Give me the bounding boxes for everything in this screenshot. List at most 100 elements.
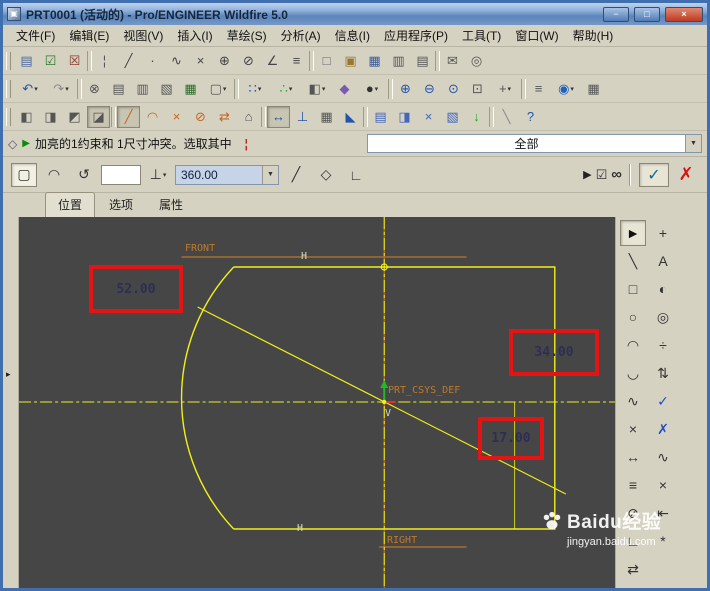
- divide-tool[interactable]: ÷: [650, 332, 676, 358]
- perpendicular-button[interactable]: ⊥: [145, 163, 171, 187]
- rectangle-tool[interactable]: □: [620, 276, 646, 302]
- sketch-accept-icon[interactable]: ☑: [39, 50, 62, 72]
- close-button[interactable]: ×: [665, 6, 703, 22]
- h-dimension-icon[interactable]: ↔: [267, 105, 290, 128]
- datum-filter-icon[interactable]: ∷: [240, 78, 270, 100]
- menu-help[interactable]: 帮助(H): [566, 25, 621, 46]
- line-tool[interactable]: ╲: [620, 248, 646, 274]
- datum-axis-display-icon[interactable]: ◨: [39, 106, 62, 128]
- shapes-icon[interactable]: ◆: [333, 78, 356, 100]
- circle-tool[interactable]: ○: [620, 304, 646, 330]
- graphics-area[interactable]: FRONT RIGHT PRT_CSYS_DEF H H V 52.00 34.…: [19, 217, 615, 588]
- axis-reference-box[interactable]: [101, 164, 141, 185]
- tab-placement[interactable]: 位置: [45, 192, 96, 217]
- sketch-line-icon[interactable]: ╱: [117, 105, 140, 128]
- angle-value[interactable]: 360.00: [176, 168, 262, 182]
- point-tool[interactable]: ×: [620, 416, 646, 442]
- zoom-fit-icon[interactable]: ⊙: [442, 78, 465, 100]
- layers-icon[interactable]: ≡: [527, 78, 550, 100]
- open-file-icon[interactable]: ▣: [339, 50, 362, 72]
- line-icon[interactable]: ╱: [117, 50, 140, 72]
- grid-icon[interactable]: ▦: [315, 106, 338, 128]
- datum-plane-display-icon[interactable]: ◧: [15, 106, 38, 128]
- sketch-arc[interactable]: [180, 266, 235, 530]
- fillet-tool[interactable]: ◡: [620, 360, 646, 386]
- selection-filter-combo[interactable]: 全部 ▼: [367, 134, 702, 153]
- axis-button[interactable]: ↺: [71, 163, 97, 187]
- select-tool[interactable]: ►: [620, 220, 646, 246]
- sketch-mirror-icon[interactable]: ⇄: [213, 106, 236, 128]
- perp-constraint-icon[interactable]: ⊥: [291, 106, 314, 128]
- cut-icon[interactable]: ⊗: [83, 78, 106, 100]
- preview-glasses-icon[interactable]: ∞: [611, 166, 622, 183]
- profile-button[interactable]: ◠: [41, 163, 67, 187]
- minimize-button[interactable]: −: [603, 6, 629, 22]
- repaint-icon[interactable]: ⊡: [466, 78, 489, 100]
- overlay-icon[interactable]: ▤: [369, 106, 392, 128]
- menu-info[interactable]: 信息(I): [328, 25, 377, 46]
- sketch-view-icon[interactable]: ▤: [15, 50, 38, 72]
- arc-tool[interactable]: ◠: [620, 332, 646, 358]
- sash-arrow-icon[interactable]: ▸: [6, 369, 11, 380]
- palette-tool[interactable]: ◐: [650, 276, 676, 302]
- paste-special-icon[interactable]: ▧: [155, 78, 178, 100]
- sketch-cancel-icon[interactable]: ☒: [63, 50, 86, 72]
- angle-combo[interactable]: 360.00 ▼: [175, 164, 279, 185]
- datum-point-display-icon[interactable]: ◩: [63, 106, 86, 128]
- accept-down-icon[interactable]: ↓: [465, 106, 488, 128]
- project-icon[interactable]: ▧: [441, 106, 464, 128]
- intersect-icon[interactable]: ×: [417, 106, 440, 128]
- tab-options[interactable]: 选项: [97, 193, 145, 217]
- menu-insert[interactable]: 插入(I): [170, 25, 219, 46]
- trim-icon[interactable]: ⊘: [237, 50, 260, 72]
- menu-window[interactable]: 窗口(W): [508, 25, 565, 46]
- paste-icon[interactable]: ▥: [131, 78, 154, 100]
- sketch-arc-icon[interactable]: ◠: [141, 106, 164, 128]
- half-section-icon[interactable]: ◨: [393, 106, 416, 128]
- dimension-tool[interactable]: ↔: [620, 444, 646, 470]
- tab-properties[interactable]: 属性: [147, 193, 195, 217]
- wave-tool[interactable]: ∿: [650, 444, 676, 470]
- section-button[interactable]: ▢: [11, 162, 37, 187]
- menu-edit[interactable]: 编辑(E): [62, 25, 116, 46]
- shade-icon[interactable]: ●: [357, 78, 387, 100]
- redo-icon[interactable]: ↷: [46, 78, 76, 100]
- accept-tool[interactable]: ✓: [650, 388, 676, 414]
- spline-icon[interactable]: ∿: [165, 50, 188, 72]
- sketch-trim-icon[interactable]: ⊘: [189, 106, 212, 128]
- copy-icon[interactable]: ▤: [107, 78, 130, 100]
- analysis-icon[interactable]: ∴: [271, 78, 301, 100]
- model-display-icon[interactable]: ◧: [302, 78, 332, 100]
- datum-csys-display-icon[interactable]: ◪: [87, 105, 110, 128]
- text-tool[interactable]: A: [650, 248, 676, 274]
- print-preview-icon[interactable]: ▤: [411, 50, 434, 72]
- resume-icon[interactable]: ▶: [583, 168, 591, 181]
- mail-icon[interactable]: ✉: [441, 50, 464, 72]
- save-icon[interactable]: ▦: [363, 50, 386, 72]
- point-icon[interactable]: ·: [141, 50, 164, 72]
- chevron-down-icon[interactable]: ▼: [685, 135, 701, 152]
- menu-tools[interactable]: 工具(T): [455, 25, 508, 46]
- orient-icon[interactable]: +: [490, 78, 520, 100]
- render-icon[interactable]: ◉: [551, 78, 581, 100]
- section-shade-icon[interactable]: ◣: [339, 106, 362, 128]
- delete-tool[interactable]: ×: [650, 472, 676, 498]
- cross-icon[interactable]: ×: [189, 50, 212, 72]
- menu-sketch[interactable]: 草绘(S): [220, 25, 274, 46]
- context-help-icon[interactable]: ?: [519, 106, 542, 128]
- sketch-rectangle[interactable]: [233, 266, 556, 530]
- center-point[interactable]: [382, 399, 387, 405]
- navigator-sash[interactable]: ▸: [3, 217, 19, 588]
- axis-point-icon[interactable]: ⊕: [213, 50, 236, 72]
- offset-tool[interactable]: ◎: [650, 304, 676, 330]
- spline-tool[interactable]: ∿: [620, 388, 646, 414]
- model-info-icon[interactable]: ◎: [465, 50, 488, 72]
- symmetric-button[interactable]: ◇: [313, 163, 339, 187]
- modify-tool[interactable]: ≡: [620, 472, 646, 498]
- cancel-tool[interactable]: ✗: [650, 416, 676, 442]
- menu-applications[interactable]: 应用程序(P): [377, 25, 455, 46]
- menu-analysis[interactable]: 分析(A): [274, 25, 328, 46]
- angle-ref-button[interactable]: ∟: [343, 163, 369, 187]
- mirror-tool[interactable]: ⇄: [620, 556, 646, 582]
- zoom-in-icon[interactable]: ⊕: [394, 78, 417, 100]
